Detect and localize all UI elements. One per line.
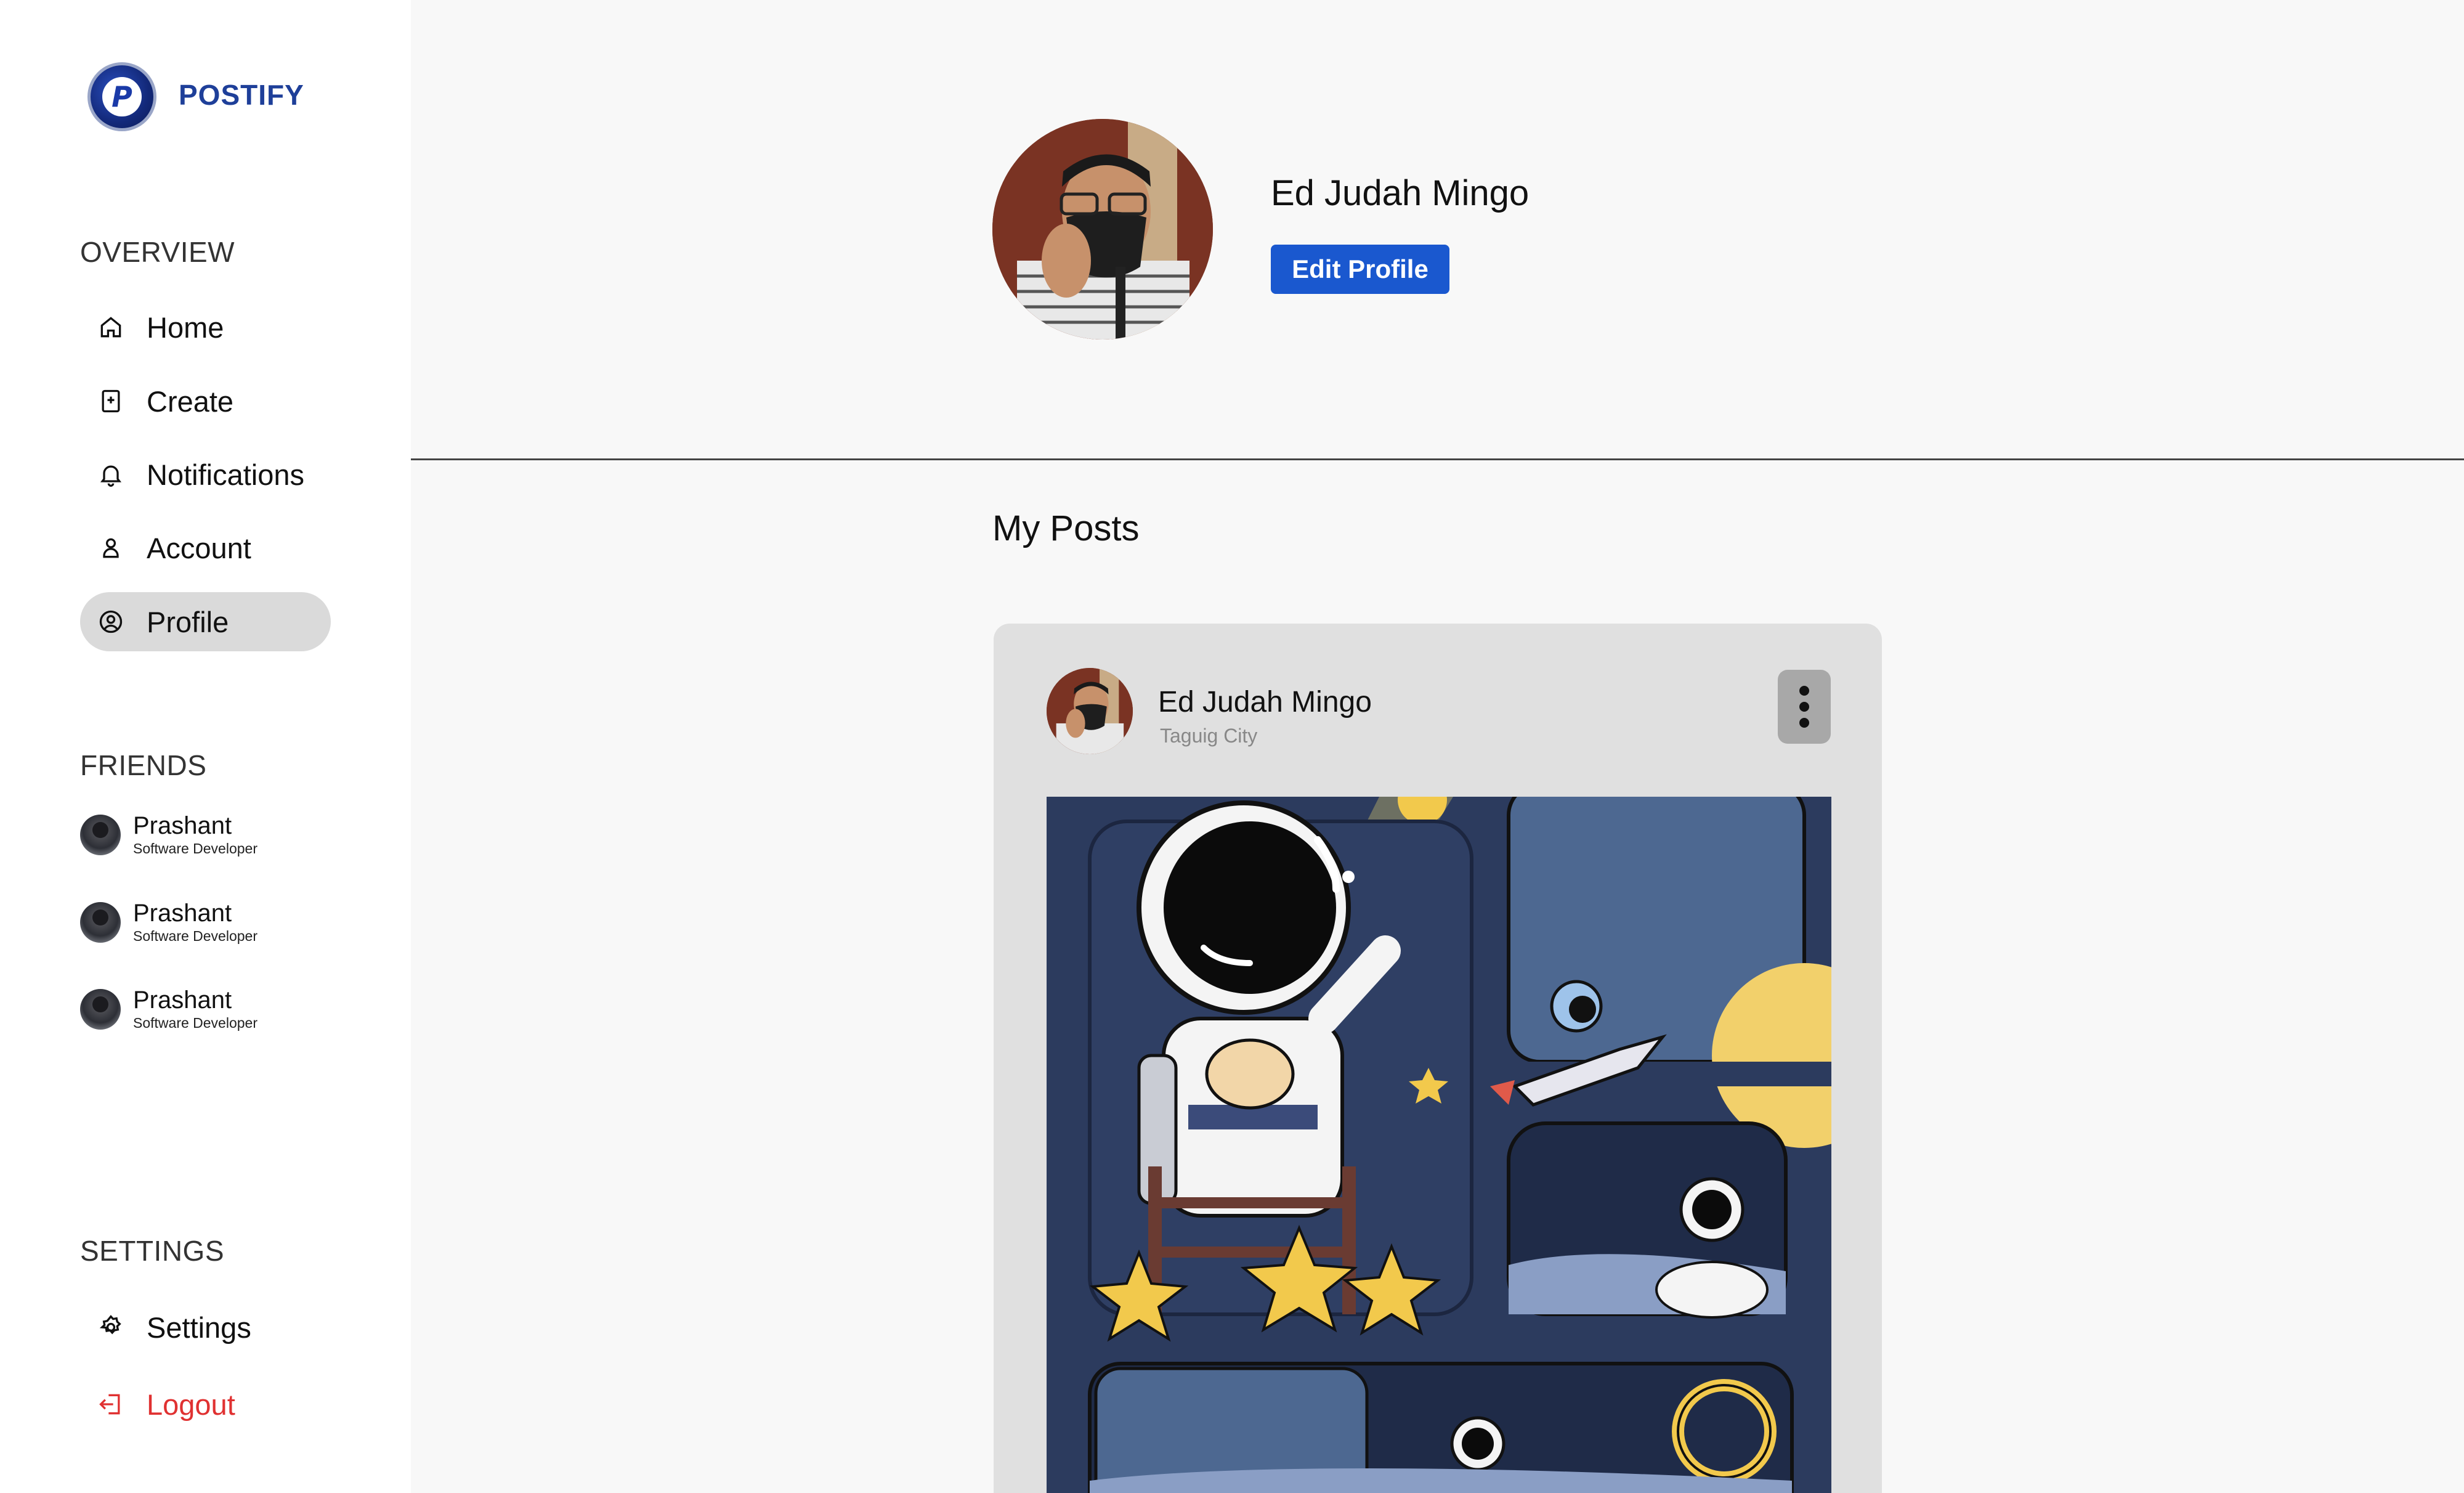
friend-role: Software Developer xyxy=(133,928,257,944)
my-posts-title: My Posts xyxy=(992,508,1140,548)
nav-settings-label: Settings xyxy=(147,1311,251,1344)
edit-profile-button[interactable]: Edit Profile xyxy=(1271,245,1449,294)
kebab-dot xyxy=(1799,718,1809,728)
friend-role: Software Developer xyxy=(133,1015,257,1031)
post-image[interactable] xyxy=(1047,797,1831,1493)
post-card: Ed Judah Mingo Taguig City xyxy=(994,624,1882,1493)
nav-create-label: Create xyxy=(147,384,234,418)
friend-avatar xyxy=(80,989,121,1030)
nav-profile[interactable]: Profile xyxy=(80,592,331,651)
friend-avatar xyxy=(80,815,121,855)
post-author-avatar[interactable] xyxy=(1047,668,1133,754)
friend-role: Software Developer xyxy=(133,840,257,856)
divider xyxy=(411,458,2464,460)
friend-name: Prashant xyxy=(133,900,232,927)
profile-icon xyxy=(96,607,126,637)
nav-account[interactable]: Account xyxy=(80,518,331,577)
home-icon xyxy=(96,312,126,342)
postify-logo[interactable]: P xyxy=(87,62,156,131)
friend-name: Prashant xyxy=(133,812,232,839)
friend-item[interactable]: Prashant Software Developer xyxy=(80,812,257,858)
nav-profile-label: Profile xyxy=(147,605,229,638)
create-icon xyxy=(96,386,126,416)
overview-title: OVERVIEW xyxy=(80,236,235,268)
friends-title: FRIENDS xyxy=(80,749,207,781)
profile-avatar xyxy=(992,119,1213,340)
bell-icon xyxy=(96,460,126,489)
kebab-dot xyxy=(1799,686,1809,696)
logo-mark: P xyxy=(102,77,142,116)
nav-settings[interactable]: Settings xyxy=(80,1298,331,1357)
post-options-button[interactable] xyxy=(1778,670,1831,744)
post-author-name[interactable]: Ed Judah Mingo xyxy=(1158,685,1372,719)
nav-notifications-label: Notifications xyxy=(147,458,304,491)
brand-name[interactable]: POSTIFY xyxy=(179,78,304,112)
nav-home[interactable]: Home xyxy=(80,298,331,357)
nav-create[interactable]: Create xyxy=(80,372,331,431)
friend-name: Prashant xyxy=(133,987,232,1014)
nav-logout-label: Logout xyxy=(147,1388,235,1421)
post-location: Taguig City xyxy=(1160,725,1258,747)
nav-notifications[interactable]: Notifications xyxy=(80,445,331,504)
nav-logout[interactable]: Logout xyxy=(80,1375,331,1434)
nav-account-label: Account xyxy=(147,531,251,564)
logout-icon xyxy=(96,1389,126,1419)
kebab-dot xyxy=(1799,702,1809,712)
nav-home-label: Home xyxy=(147,311,224,344)
friend-avatar xyxy=(80,902,121,943)
friend-item[interactable]: Prashant Software Developer xyxy=(80,900,257,945)
sidebar: P POSTIFY OVERVIEW Home Create Notificat… xyxy=(0,0,411,1493)
user-icon xyxy=(96,533,126,563)
friend-item[interactable]: Prashant Software Developer xyxy=(80,987,257,1032)
settings-title: SETTINGS xyxy=(80,1235,225,1267)
profile-name: Ed Judah Mingo xyxy=(1271,173,1530,213)
gear-icon xyxy=(96,1312,126,1342)
